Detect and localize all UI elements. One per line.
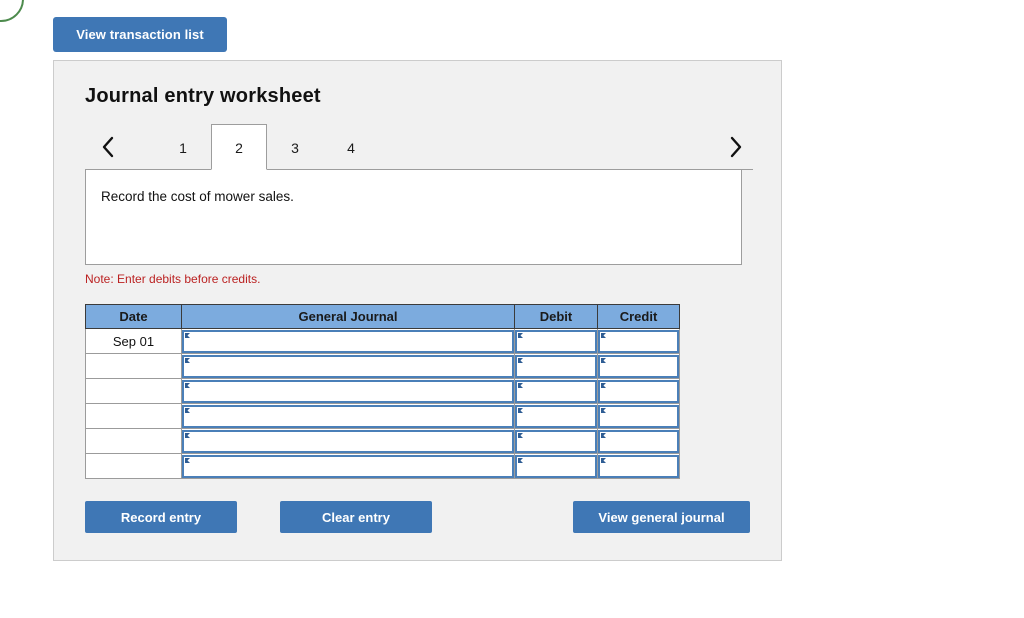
- debit-cell-row-3[interactable]: [515, 379, 598, 404]
- table-row: [86, 404, 680, 429]
- general-journal-input-row-3[interactable]: [182, 380, 514, 403]
- view-transaction-list-button[interactable]: View transaction list: [53, 17, 227, 52]
- credit-cell-row-4[interactable]: [598, 404, 680, 429]
- clear-entry-button[interactable]: Clear entry: [280, 501, 432, 533]
- page-title: Journal entry worksheet: [85, 85, 321, 108]
- tab-2[interactable]: 2: [211, 124, 267, 170]
- credit-input-row-6[interactable]: [598, 455, 679, 478]
- column-header-date: Date: [86, 305, 182, 329]
- tab-3[interactable]: 3: [267, 124, 323, 170]
- column-header-general-journal: General Journal: [182, 305, 515, 329]
- general-journal-cell-row-6[interactable]: [182, 454, 515, 479]
- journal-entry-worksheet-panel: Journal entry worksheet 1 2 3 4 Record t…: [53, 60, 782, 561]
- instruction-text: Record the cost of mower sales.: [101, 189, 294, 204]
- debit-input-row-2[interactable]: [515, 355, 597, 378]
- debit-input-row-6[interactable]: [515, 455, 597, 478]
- credit-cell-row-3[interactable]: [598, 379, 680, 404]
- date-cell-row-4[interactable]: [86, 404, 182, 429]
- general-journal-input-row-5[interactable]: [182, 430, 514, 453]
- debit-input-row-1[interactable]: [515, 330, 597, 353]
- table-header-row: Date General Journal Debit Credit: [86, 305, 680, 329]
- chevron-left-icon: [101, 136, 115, 158]
- debit-cell-row-5[interactable]: [515, 429, 598, 454]
- general-journal-input-row-4[interactable]: [182, 405, 514, 428]
- credit-cell-row-6[interactable]: [598, 454, 680, 479]
- general-journal-cell-row-4[interactable]: [182, 404, 515, 429]
- debit-cell-row-4[interactable]: [515, 404, 598, 429]
- credit-input-row-1[interactable]: [598, 330, 679, 353]
- debit-cell-row-6[interactable]: [515, 454, 598, 479]
- column-header-credit: Credit: [598, 305, 680, 329]
- credit-input-row-4[interactable]: [598, 405, 679, 428]
- general-journal-cell-row-5[interactable]: [182, 429, 515, 454]
- tab-next-button[interactable]: [719, 124, 753, 170]
- general-journal-cell-row-1[interactable]: [182, 329, 515, 354]
- debit-cell-row-2[interactable]: [515, 354, 598, 379]
- date-cell-row-5[interactable]: [86, 429, 182, 454]
- worksheet-tab-strip: 1 2 3 4: [85, 124, 753, 172]
- table-row: [86, 379, 680, 404]
- table-row: [86, 354, 680, 379]
- general-journal-input-row-6[interactable]: [182, 455, 514, 478]
- journal-entry-table: Date General Journal Debit Credit Sep 01: [85, 304, 680, 479]
- general-journal-cell-row-3[interactable]: [182, 379, 515, 404]
- view-general-journal-button[interactable]: View general journal: [573, 501, 750, 533]
- credit-input-row-3[interactable]: [598, 380, 679, 403]
- debit-input-row-3[interactable]: [515, 380, 597, 403]
- instruction-panel: Record the cost of mower sales.: [85, 169, 742, 265]
- record-entry-button[interactable]: Record entry: [85, 501, 237, 533]
- credit-cell-row-1[interactable]: [598, 329, 680, 354]
- chevron-right-icon: [729, 136, 743, 158]
- debits-before-credits-note: Note: Enter debits before credits.: [85, 272, 260, 286]
- date-cell-row-2[interactable]: [86, 354, 182, 379]
- corner-badge: [0, 0, 24, 22]
- tab-1[interactable]: 1: [155, 124, 211, 170]
- date-cell-row-1[interactable]: Sep 01: [86, 329, 182, 354]
- credit-cell-row-2[interactable]: [598, 354, 680, 379]
- tab-4[interactable]: 4: [323, 124, 379, 170]
- tab-prev-button[interactable]: [91, 124, 125, 170]
- column-header-debit: Debit: [515, 305, 598, 329]
- debit-input-row-5[interactable]: [515, 430, 597, 453]
- general-journal-input-row-2[interactable]: [182, 355, 514, 378]
- general-journal-cell-row-2[interactable]: [182, 354, 515, 379]
- credit-input-row-2[interactable]: [598, 355, 679, 378]
- debit-input-row-4[interactable]: [515, 405, 597, 428]
- date-cell-row-3[interactable]: [86, 379, 182, 404]
- table-row: Sep 01: [86, 329, 680, 354]
- table-row: [86, 429, 680, 454]
- credit-input-row-5[interactable]: [598, 430, 679, 453]
- date-cell-row-6[interactable]: [86, 454, 182, 479]
- debit-cell-row-1[interactable]: [515, 329, 598, 354]
- table-row: [86, 454, 680, 479]
- general-journal-input-row-1[interactable]: [182, 330, 514, 353]
- credit-cell-row-5[interactable]: [598, 429, 680, 454]
